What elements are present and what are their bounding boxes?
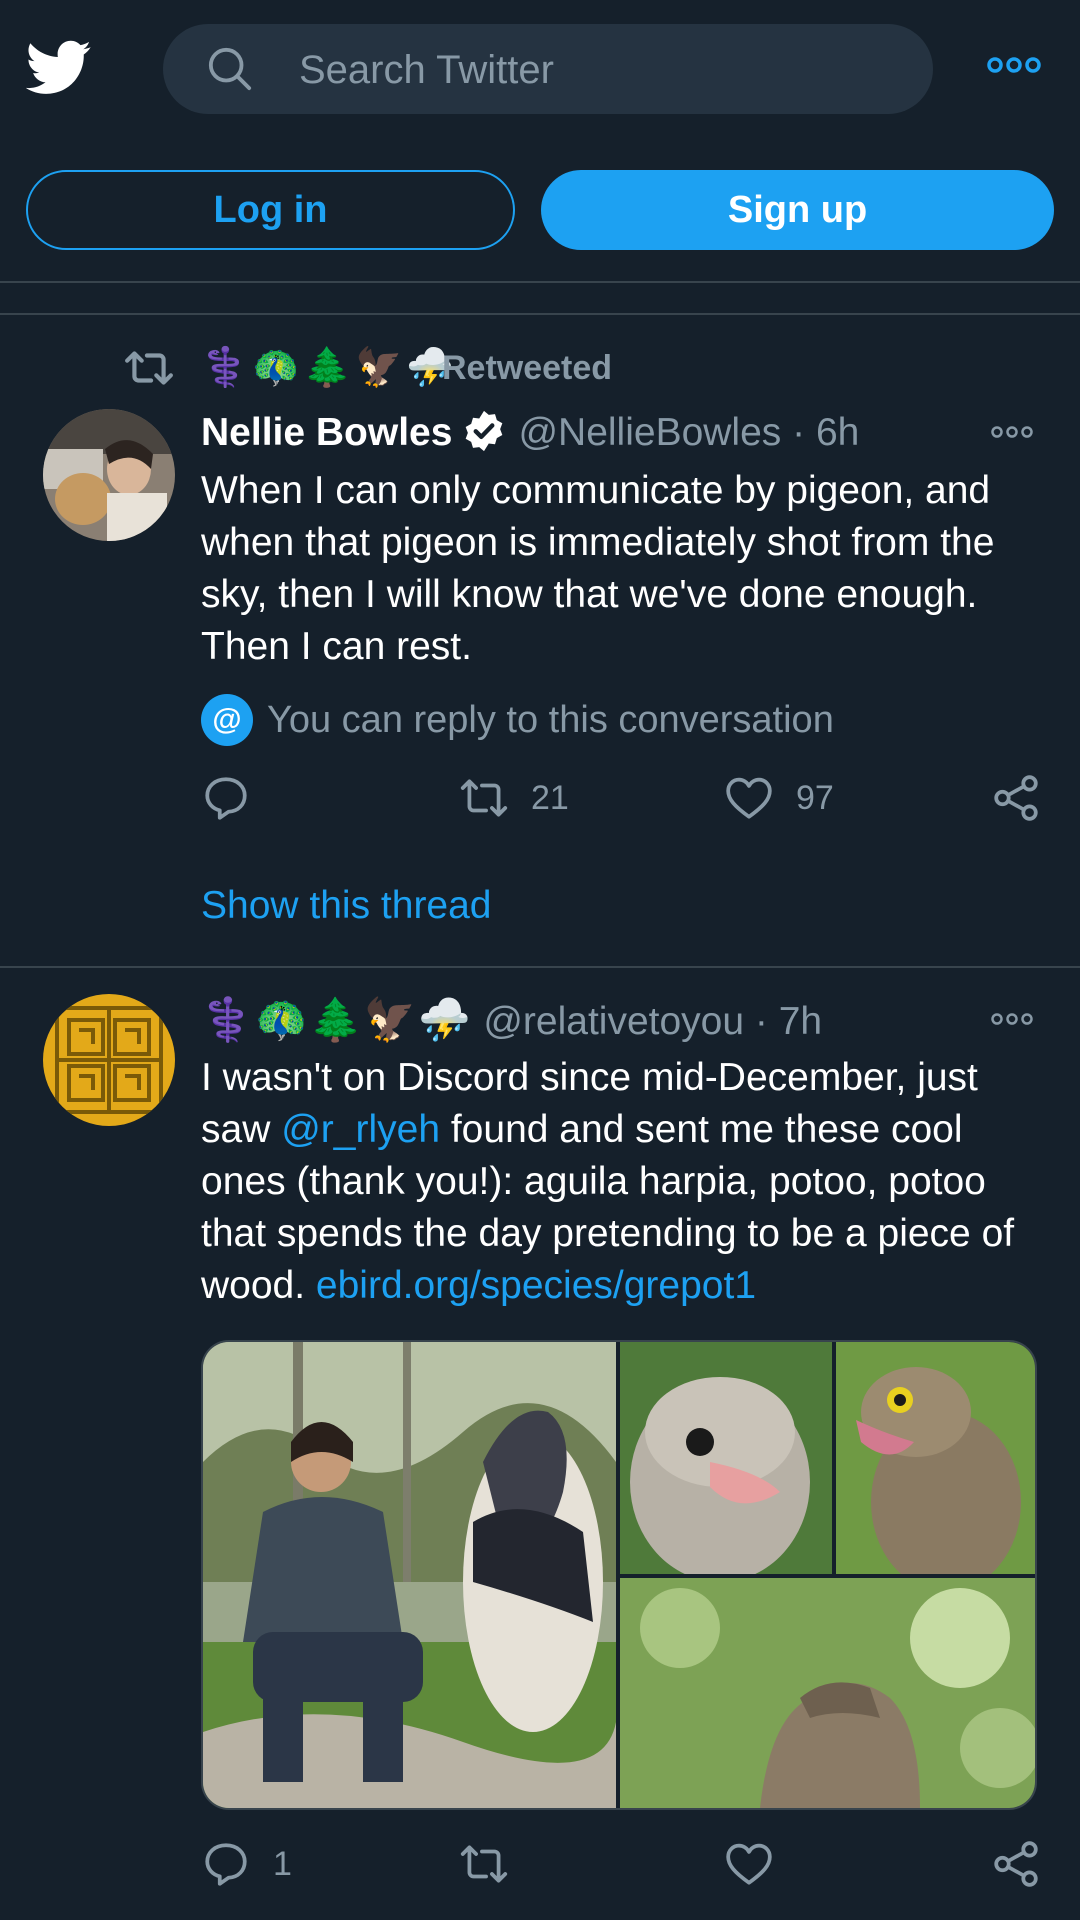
tweet-actions: 21 97	[201, 770, 1041, 826]
show-thread-link[interactable]: Show this thread	[201, 880, 492, 932]
author-handle[interactable]: @relativetoyou	[483, 1000, 744, 1043]
share-icon	[994, 775, 1038, 821]
reply-restriction-note: @ You can reply to this conversation	[201, 694, 1041, 746]
heart-icon	[726, 777, 772, 819]
retweeter-name-emojis[interactable]: ⚕️ 🦚 🌲 🦅 ⛈️	[201, 340, 454, 396]
tweet-actions: 1	[201, 1836, 1041, 1892]
heart-icon	[726, 1843, 772, 1885]
search-icon	[208, 47, 252, 91]
retweet-count: 21	[531, 778, 569, 817]
top-bar	[0, 0, 1080, 137]
reply-button[interactable]	[201, 770, 273, 826]
tweet-time[interactable]: 6h	[816, 411, 859, 454]
reply-button[interactable]: 1	[201, 1836, 292, 1892]
retweet-icon	[460, 1845, 508, 1883]
url-link[interactable]: ebird.org/species/grepot1	[316, 1264, 756, 1307]
emoji: ⚕️	[201, 347, 249, 389]
twitter-logo-icon[interactable]	[26, 40, 92, 96]
more-options-icon[interactable]	[990, 1011, 1034, 1027]
like-count: 97	[796, 778, 834, 817]
share-button[interactable]	[991, 770, 1041, 826]
more-horizontal-icon[interactable]	[986, 55, 1042, 75]
emoji: 🦚	[255, 996, 310, 1043]
retweeted-label: Retweeted	[442, 349, 613, 387]
mention-link[interactable]: @r_rlyeh	[281, 1108, 440, 1151]
emoji: 🦅	[363, 996, 419, 1043]
tweet-text: I wasn't on Discord since mid-December, …	[201, 1052, 1041, 1312]
login-button[interactable]: Log in	[26, 170, 515, 250]
photo-potoo-wood[interactable]	[620, 1578, 1035, 1808]
tweet-time[interactable]: 7h	[779, 1000, 822, 1043]
tweet-text: When I can only communicate by pigeon, a…	[201, 469, 995, 668]
reply-count: 1	[273, 1844, 292, 1883]
tweet-header: Nellie Bowles @NellieBowles · 6h	[201, 405, 859, 461]
share-icon	[994, 1841, 1038, 1887]
photo-potoo-2[interactable]	[836, 1342, 1035, 1574]
divider	[0, 281, 1080, 283]
divider	[0, 966, 1080, 968]
auth-buttons: Log in Sign up	[0, 170, 1080, 250]
emoji: 🦅	[354, 347, 403, 389]
reply-icon	[205, 777, 247, 820]
more-options-icon[interactable]	[990, 424, 1034, 440]
emoji: 🌲	[303, 347, 351, 389]
photo-harpy-eagle[interactable]	[203, 1342, 616, 1808]
mention-icon: @	[201, 694, 253, 746]
tweet-header: ⚕️🦚🌲🦅⛈️ @relativetoyou · 7h	[201, 992, 822, 1048]
retweet-icon	[125, 351, 173, 385]
emoji: 🌲	[309, 996, 364, 1043]
signup-button[interactable]: Sign up	[541, 170, 1054, 250]
divider	[0, 313, 1080, 315]
author-handle[interactable]: @NellieBowles	[518, 411, 781, 454]
author-name-emojis[interactable]: ⚕️🦚🌲🦅⛈️	[201, 996, 472, 1043]
like-button[interactable]	[724, 1836, 796, 1892]
separator: ·	[754, 1000, 768, 1043]
retweet-context: ⚕️ 🦚 🌲 🦅 ⛈️ Retweeted	[0, 340, 1080, 396]
retweet-button[interactable]: 21	[459, 770, 569, 826]
reply-restriction-text: You can reply to this conversation	[267, 699, 834, 741]
media-grid	[201, 1340, 1037, 1810]
avatar[interactable]	[43, 409, 175, 541]
avatar-photo	[43, 409, 175, 541]
emoji: ⛈️	[418, 996, 473, 1043]
reply-icon	[205, 1843, 247, 1886]
emoji: 🦚	[252, 347, 300, 389]
like-button[interactable]: 97	[724, 770, 834, 826]
separator: ·	[792, 411, 806, 454]
emoji: ⚕️	[201, 996, 256, 1043]
photo-potoo-1[interactable]	[620, 1342, 832, 1574]
retweet-icon	[460, 779, 508, 817]
share-button[interactable]	[991, 1836, 1041, 1892]
search-box[interactable]	[163, 24, 933, 116]
author-name[interactable]: Nellie Bowles	[201, 411, 452, 454]
avatar[interactable]	[43, 994, 175, 1126]
avatar-maze-pattern	[43, 994, 175, 1126]
verified-badge-icon	[466, 410, 503, 452]
retweet-button[interactable]	[459, 1836, 531, 1892]
search-input[interactable]	[297, 24, 901, 116]
